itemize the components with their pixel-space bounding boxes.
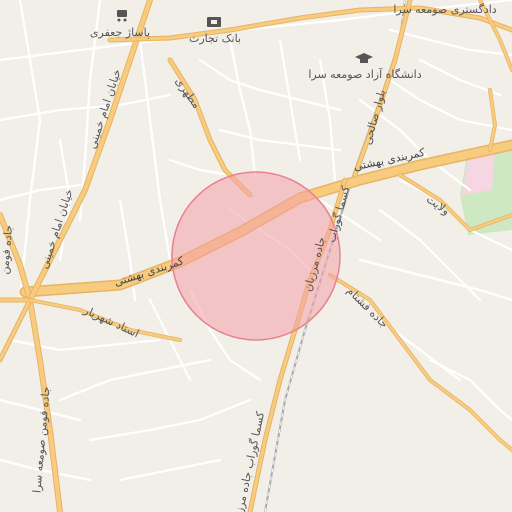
map-canvas[interactable]: پاساژ جعفری بانک تجارت دانشگاه آزاد صومع…	[0, 0, 512, 512]
bank-icon[interactable]	[207, 17, 221, 27]
label-jafari-passage: پاساژ جعفری	[90, 26, 150, 39]
label-tejarat-bank: بانک تجارت	[189, 32, 241, 45]
map-view[interactable]: پاساژ جعفری بانک تجارت دانشگاه آزاد صومع…	[0, 0, 512, 512]
label-courthouse: دادگستری صومعه سرا	[393, 3, 496, 16]
label-azad-university: دانشگاه آزاد صومعه سرا	[308, 67, 421, 81]
